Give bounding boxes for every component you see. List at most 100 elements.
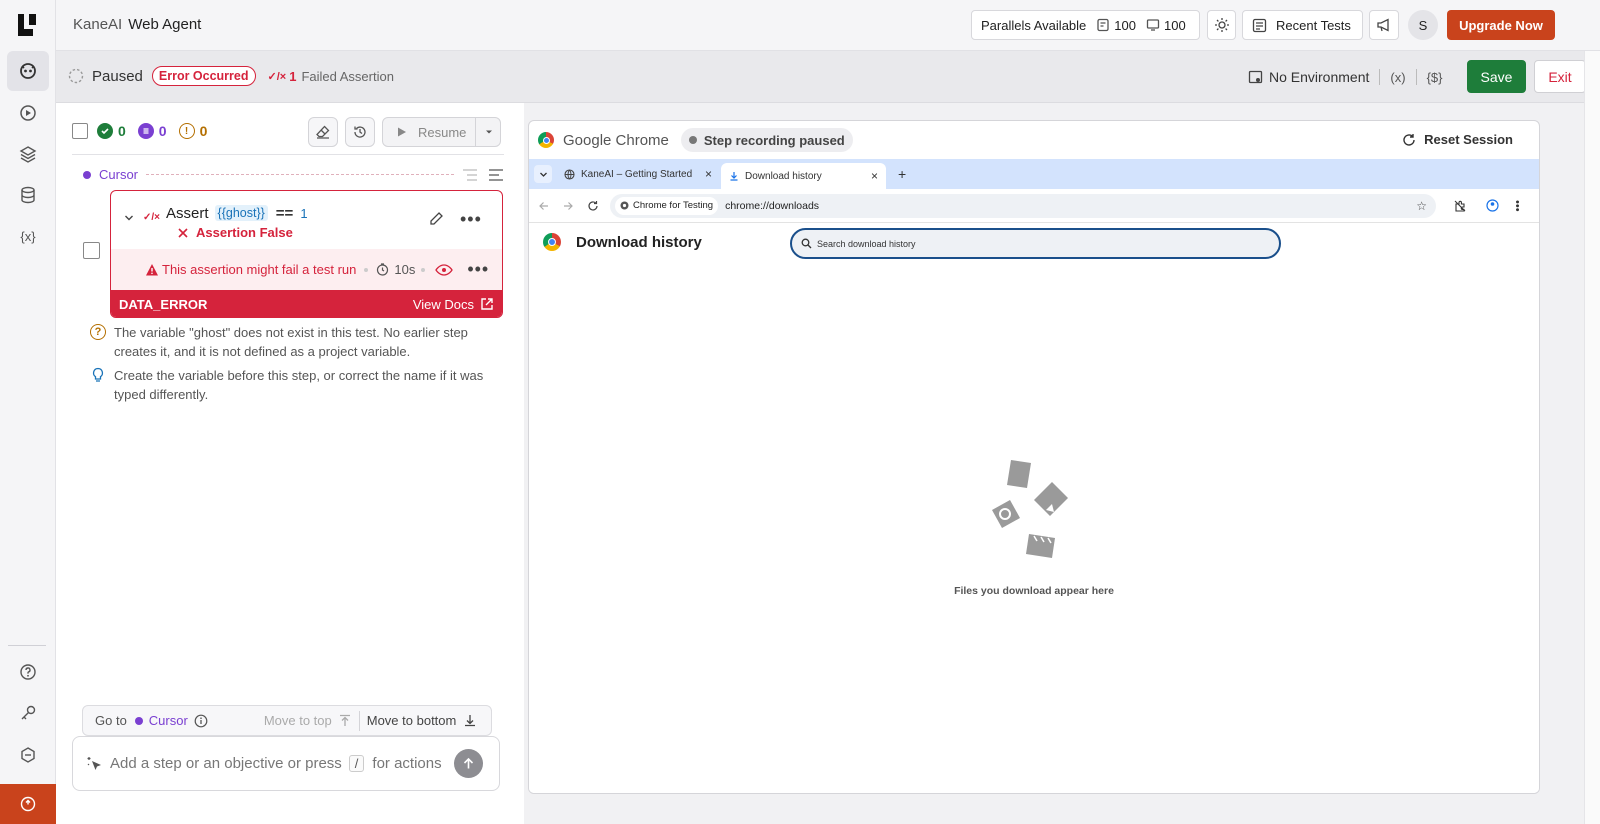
visibility-icon[interactable] (435, 263, 454, 277)
chrome-logo-icon (543, 233, 561, 251)
brand-name: KaneAI (73, 16, 123, 33)
announcements-button[interactable] (1369, 10, 1399, 40)
rail-database-icon[interactable] (7, 175, 49, 215)
save-button[interactable]: Save (1467, 60, 1526, 93)
clear-button[interactable] (308, 117, 338, 147)
variables-icon[interactable]: (x) (1390, 70, 1405, 85)
send-button[interactable] (453, 749, 483, 778)
arrow-up-icon (463, 757, 473, 769)
step-duration: 10s (394, 262, 416, 277)
integrations-icon[interactable] (7, 735, 49, 775)
lightbulb-icon (92, 367, 104, 382)
view-docs-link[interactable]: View Docs (413, 297, 494, 312)
reset-session-button[interactable]: Reset Session (1402, 132, 1513, 147)
move-to-top-button[interactable]: Move to top (264, 713, 351, 728)
rail-test-runs-icon[interactable] (7, 93, 49, 133)
browser-tab[interactable]: KaneAI – Getting Started × (558, 161, 718, 187)
empty-downloads-text: Files you download appear here (954, 585, 1114, 597)
key-icon[interactable] (7, 693, 49, 733)
error-badge: Error Occurred (151, 66, 256, 86)
download-search-placeholder: Search download history (817, 238, 916, 249)
warning-row: This assertion might fail a test run 10s… (111, 249, 502, 290)
paused-spinner-icon (68, 68, 84, 84)
help-icon[interactable] (7, 652, 49, 692)
app-logo[interactable] (17, 13, 39, 37)
chevron-down-icon (125, 215, 133, 221)
rail-divider (8, 645, 46, 646)
warning-count: 0 (199, 123, 208, 139)
globe-icon (564, 168, 575, 180)
environment-selector[interactable]: No Environment (1269, 69, 1369, 85)
dot-separator (364, 267, 369, 272)
divider (358, 710, 360, 731)
history-button[interactable] (345, 117, 375, 147)
theme-toggle[interactable] (1207, 10, 1236, 40)
megaphone-icon (1377, 18, 1389, 32)
toolbar-divider (72, 154, 504, 155)
run-state: Paused (92, 67, 143, 85)
info-icon (194, 714, 208, 727)
step-variable[interactable]: {{ghost}} (214, 205, 268, 221)
site-info-chip[interactable]: Chrome for Testing (615, 196, 719, 215)
refresh-icon (1403, 133, 1415, 146)
user-avatar[interactable]: S (1408, 10, 1438, 40)
close-icon (178, 227, 188, 238)
select-all-checkbox[interactable] (72, 123, 88, 139)
divider (1415, 69, 1417, 85)
pencil-icon (430, 212, 443, 225)
question-icon: ? (90, 324, 106, 340)
address-bar[interactable]: Chrome for Testing chrome://downloads ☆ (610, 193, 1436, 218)
step-checkbox[interactable] (83, 242, 100, 259)
back-icon (539, 201, 548, 210)
browser-tab-active[interactable]: Download history × (721, 163, 886, 189)
rail-agent-icon[interactable] (7, 51, 49, 91)
recording-status: Step recording paused (680, 128, 853, 152)
close-tab-icon[interactable]: × (871, 169, 878, 183)
resume-button[interactable]: Resume (382, 117, 501, 147)
tab-search-button[interactable] (534, 165, 552, 183)
step-composer[interactable]: Add a step or an objective or press / fo… (72, 736, 500, 791)
move-to-bottom-button[interactable]: Move to bottom (367, 713, 477, 728)
failed-count: 1 (289, 68, 297, 84)
extensions-icon (1454, 200, 1466, 212)
parallels-pill[interactable]: Parallels Available 100 100 (971, 10, 1200, 40)
browser-app-name: Google Chrome (563, 131, 669, 149)
page-scrollbar[interactable] (1584, 51, 1600, 824)
web-parallel-icon (1096, 18, 1110, 32)
step-card[interactable]: ✓/× Assert {{ghost}} == 1 Assertion Fals… (110, 190, 503, 318)
warning-more-button[interactable]: ••• (467, 259, 489, 280)
list-icon (1252, 18, 1267, 32)
bookmark-star-icon[interactable]: ☆ (1416, 199, 1427, 213)
diagnosis-problem: The variable "ghost" does not exist in t… (114, 325, 468, 359)
browser-menu-icon[interactable]: ••• (1511, 200, 1523, 212)
product-name: Web Agent (128, 16, 202, 33)
go-to-cursor-link[interactable]: Cursor (149, 713, 188, 728)
dot-separator (421, 267, 426, 272)
timer-icon (377, 263, 389, 276)
eraser-icon (316, 125, 330, 139)
rail-variables-icon[interactable]: {x} (7, 216, 49, 256)
step-more-button[interactable]: ••• (460, 209, 482, 230)
warning-text: This assertion might fail a test run (162, 262, 357, 277)
passed-count: 0 (118, 123, 126, 139)
recent-tests-button[interactable]: Recent Tests (1242, 10, 1363, 40)
secrets-icon[interactable]: {$} (1427, 70, 1443, 85)
cursor-dot (83, 170, 91, 179)
rail-layers-icon[interactable] (7, 134, 49, 174)
parallels-label: Parallels Available (981, 17, 1087, 33)
external-link-icon (481, 298, 493, 310)
browser-panel: Google Chrome Step recording paused Rese… (524, 103, 1584, 824)
cursor-line (146, 174, 454, 175)
download-search-box[interactable]: Search download history (790, 228, 1281, 259)
support-button[interactable] (0, 784, 56, 824)
divider (1379, 69, 1381, 85)
upgrade-button[interactable]: Upgrade Now (1447, 10, 1555, 40)
exit-button[interactable]: Exit (1534, 60, 1586, 93)
history-icon (354, 126, 366, 138)
chrome-logo-icon (538, 132, 554, 148)
new-tab-button[interactable]: + (898, 166, 906, 182)
close-tab-icon[interactable]: × (705, 167, 712, 181)
edit-step-button[interactable] (428, 211, 444, 227)
downloads-title: Download history (576, 233, 702, 251)
arrow-up-to-line-icon (339, 714, 350, 726)
